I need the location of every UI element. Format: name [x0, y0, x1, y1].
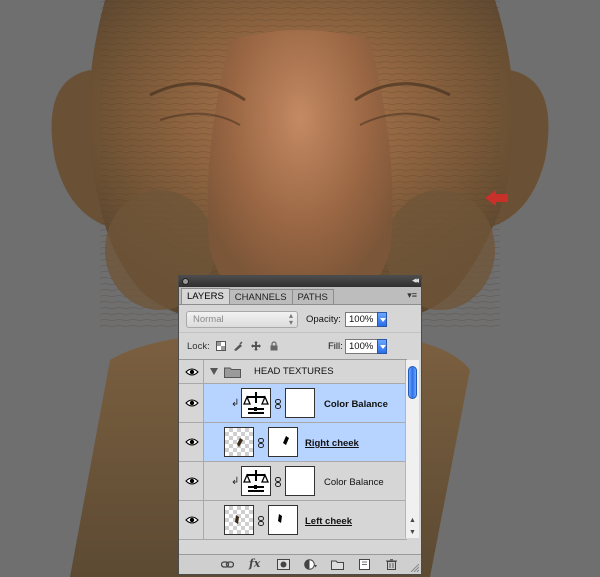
chain-link-icon[interactable]: [258, 516, 264, 526]
fill-value: 100%: [349, 341, 374, 352]
layers-panel: ◂◂ LAYERS CHANNELS PATHS ▾≡ Normal ▴ ▾ Op…: [178, 275, 422, 575]
group-name: HEAD TEXTURES: [254, 366, 334, 377]
eye-icon: [185, 477, 199, 485]
add-mask-icon[interactable]: [277, 559, 290, 570]
layer-name[interactable]: Right cheek: [305, 438, 359, 449]
layer-row[interactable]: Right cheek: [179, 423, 407, 462]
layer-mask-thumbnail[interactable]: [268, 505, 298, 535]
layer-name[interactable]: Color Balance: [324, 399, 388, 410]
opacity-label: Opacity:: [306, 314, 341, 325]
layer-row[interactable]: ↲ Color Balance: [179, 462, 407, 501]
blend-mode-value: Normal: [193, 314, 224, 325]
close-icon[interactable]: [182, 278, 189, 285]
tab-paths[interactable]: PATHS: [291, 289, 334, 304]
lock-position-move-icon[interactable]: [251, 341, 261, 351]
layers-list: HEAD TEXTURES ↲ Color Balance Right chee…: [179, 359, 407, 556]
eye-icon: [185, 399, 199, 407]
eye-icon: [185, 516, 199, 524]
opacity-value: 100%: [349, 314, 374, 325]
panel-titlebar[interactable]: ◂◂: [179, 275, 421, 287]
lock-image-brush-icon[interactable]: [233, 341, 243, 351]
clipping-arrow-icon: ↲: [231, 476, 240, 487]
trash-icon[interactable]: [385, 559, 398, 570]
layer-thumbnail[interactable]: [224, 427, 254, 457]
texture-fragment-icon: [235, 515, 239, 524]
panel-menu-icon[interactable]: ▾≡: [407, 290, 417, 301]
layer-name[interactable]: Color Balance: [324, 477, 384, 488]
opacity-dropdown-icon[interactable]: [377, 312, 387, 327]
layer-thumbnail[interactable]: [224, 505, 254, 535]
visibility-toggle[interactable]: [179, 360, 204, 383]
color-balance-icon: [243, 392, 269, 414]
visibility-toggle[interactable]: [179, 423, 204, 461]
scroll-down-arrow-icon[interactable]: ▼: [409, 529, 416, 536]
chain-link-icon[interactable]: [275, 399, 281, 409]
layer-group-head-textures[interactable]: HEAD TEXTURES: [179, 360, 407, 384]
adjustment-thumbnail[interactable]: [241, 388, 271, 418]
panel-bottom-bar: fx: [179, 554, 421, 574]
fill-field[interactable]: 100%: [345, 339, 387, 354]
layer-mask-thumbnail[interactable]: [285, 388, 315, 418]
eye-icon: [185, 367, 199, 376]
lock-transparency-icon[interactable]: [216, 341, 226, 351]
new-group-icon[interactable]: [331, 559, 344, 570]
scroll-thumb[interactable]: [408, 366, 417, 399]
fx-icon[interactable]: fx: [249, 557, 260, 570]
updown-arrows-icon: ▴ ▾: [288, 311, 293, 327]
mask-shape-icon: [278, 514, 282, 523]
tab-channels[interactable]: CHANNELS: [228, 289, 293, 304]
expand-triangle-icon[interactable]: [210, 368, 218, 375]
layer-name[interactable]: Left cheek: [305, 516, 352, 527]
new-layer-icon[interactable]: [358, 559, 371, 570]
layers-scrollbar[interactable]: ▲ ▼: [405, 360, 419, 538]
chain-link-icon[interactable]: [275, 477, 281, 487]
blend-options-row: Normal ▴ ▾ Opacity: 100%: [179, 305, 421, 332]
clipping-arrow-icon: ↲: [231, 398, 240, 409]
lock-all-icon[interactable]: [269, 341, 279, 351]
layer-mask-thumbnail[interactable]: [285, 466, 315, 496]
layer-row[interactable]: Left cheek: [179, 501, 407, 540]
fill-label: Fill:: [328, 341, 343, 352]
color-balance-icon: [243, 470, 269, 492]
scroll-up-arrow-icon[interactable]: ▲: [409, 517, 416, 524]
texture-fragment-icon: [237, 438, 243, 447]
layer-row[interactable]: ↲ Color Balance: [179, 384, 407, 423]
visibility-toggle[interactable]: [179, 501, 204, 539]
opacity-field[interactable]: 100%: [345, 312, 387, 327]
layer-mask-thumbnail[interactable]: [268, 427, 298, 457]
chain-link-icon[interactable]: [258, 438, 264, 448]
eye-icon: [185, 438, 199, 446]
new-adjustment-icon[interactable]: [304, 559, 317, 570]
adjustment-thumbnail[interactable]: [241, 466, 271, 496]
tab-layers[interactable]: LAYERS: [181, 288, 230, 304]
panel-tabs: LAYERS CHANNELS PATHS ▾≡: [179, 287, 421, 305]
visibility-toggle[interactable]: [179, 462, 204, 500]
lock-row: Lock: Fill: 100%: [179, 332, 421, 359]
link-layers-icon[interactable]: [221, 559, 234, 570]
mask-shape-icon: [283, 436, 289, 445]
folder-icon: [224, 367, 241, 378]
visibility-toggle[interactable]: [179, 384, 204, 422]
resize-grip-icon[interactable]: [411, 564, 419, 572]
lock-label: Lock:: [187, 341, 210, 352]
blend-mode-select[interactable]: Normal ▴ ▾: [186, 311, 298, 328]
fill-dropdown-icon[interactable]: [377, 339, 387, 354]
collapse-panel-icon[interactable]: ◂◂: [412, 275, 419, 286]
